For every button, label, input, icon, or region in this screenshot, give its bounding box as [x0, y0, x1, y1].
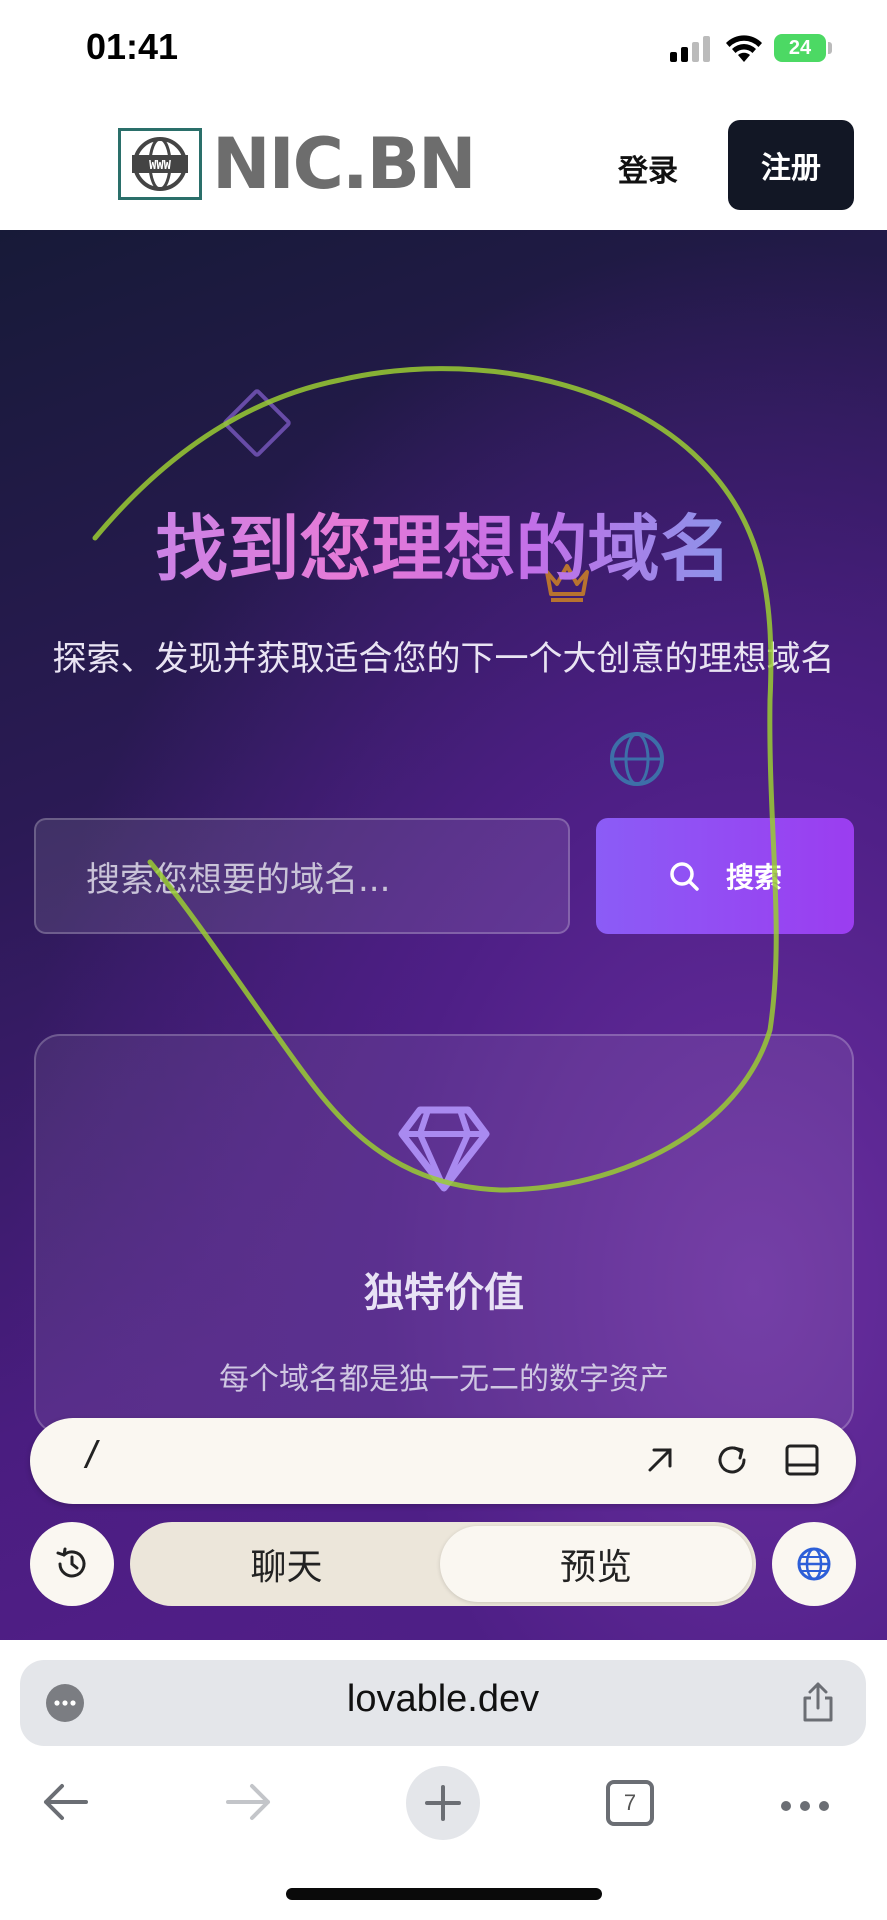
more-icon[interactable] [780, 1800, 830, 1812]
route-path[interactable]: / [82, 1434, 102, 1474]
language-button[interactable] [772, 1522, 856, 1606]
register-button[interactable]: 注册 [728, 120, 854, 210]
gem-icon [398, 1106, 490, 1192]
open-external-icon[interactable] [640, 1440, 680, 1480]
feature-description: 每个域名都是独一无二的数字资产 [219, 1362, 669, 1397]
status-time: 01:41 [86, 26, 179, 67]
login-link[interactable]: 登录 [618, 146, 678, 190]
hero-subtitle: 探索、发现并获取适合您的下一个大创意的理想域名 [52, 639, 835, 679]
globe-icon [610, 732, 664, 786]
logo-icon[interactable]: WWW [118, 128, 202, 200]
logo-text[interactable]: NIC.BN [212, 122, 477, 206]
cellular-signal-icon [670, 36, 710, 62]
route-bar[interactable]: / [30, 1418, 856, 1504]
globe-icon [797, 1547, 831, 1581]
search-button[interactable]: 搜索 [596, 818, 854, 934]
search-button-label: 搜索 [725, 861, 782, 894]
tab-chat[interactable]: 聊天 [130, 1522, 443, 1606]
plus-icon [425, 1785, 461, 1821]
site-header: WWW NIC.BN 登录 注册 [0, 100, 887, 230]
status-bar: 01:41 24 [0, 0, 887, 100]
tabs-button[interactable]: 7 [606, 1780, 654, 1826]
history-icon [56, 1547, 86, 1578]
refresh-icon[interactable] [712, 1440, 752, 1480]
battery-tip [828, 42, 832, 54]
battery-icon: 24 [774, 34, 826, 62]
tab-preview[interactable]: 预览 [440, 1526, 752, 1602]
view-toggle: 聊天 预览 [130, 1522, 756, 1606]
home-indicator [286, 1888, 602, 1900]
address-bar[interactable]: lovable.dev [20, 1660, 866, 1746]
back-arrow-icon[interactable] [40, 1780, 90, 1824]
svg-text:WWW: WWW [149, 158, 171, 172]
panel-toggle-icon[interactable] [782, 1440, 822, 1480]
globe-logo-icon: WWW [132, 137, 188, 191]
diamond-outline-icon [221, 387, 293, 459]
wifi-icon [726, 35, 762, 62]
domain-search-input[interactable]: 搜索您想要的域名... [34, 818, 570, 934]
new-tab-button[interactable] [406, 1766, 480, 1840]
search-icon [670, 862, 699, 891]
forward-arrow-icon[interactable] [224, 1780, 274, 1824]
feature-title: 独特价值 [364, 1270, 524, 1316]
feature-card: 独特价值 每个域名都是独一无二的数字资产 [34, 1034, 854, 1434]
url-text[interactable]: lovable.dev [20, 1678, 866, 1721]
hero-title: 找到您理想的域名 [0, 490, 887, 595]
share-icon[interactable] [798, 1680, 838, 1724]
browser-toolbar: lovable.dev 7 [0, 1640, 887, 1920]
history-button[interactable] [30, 1522, 114, 1606]
